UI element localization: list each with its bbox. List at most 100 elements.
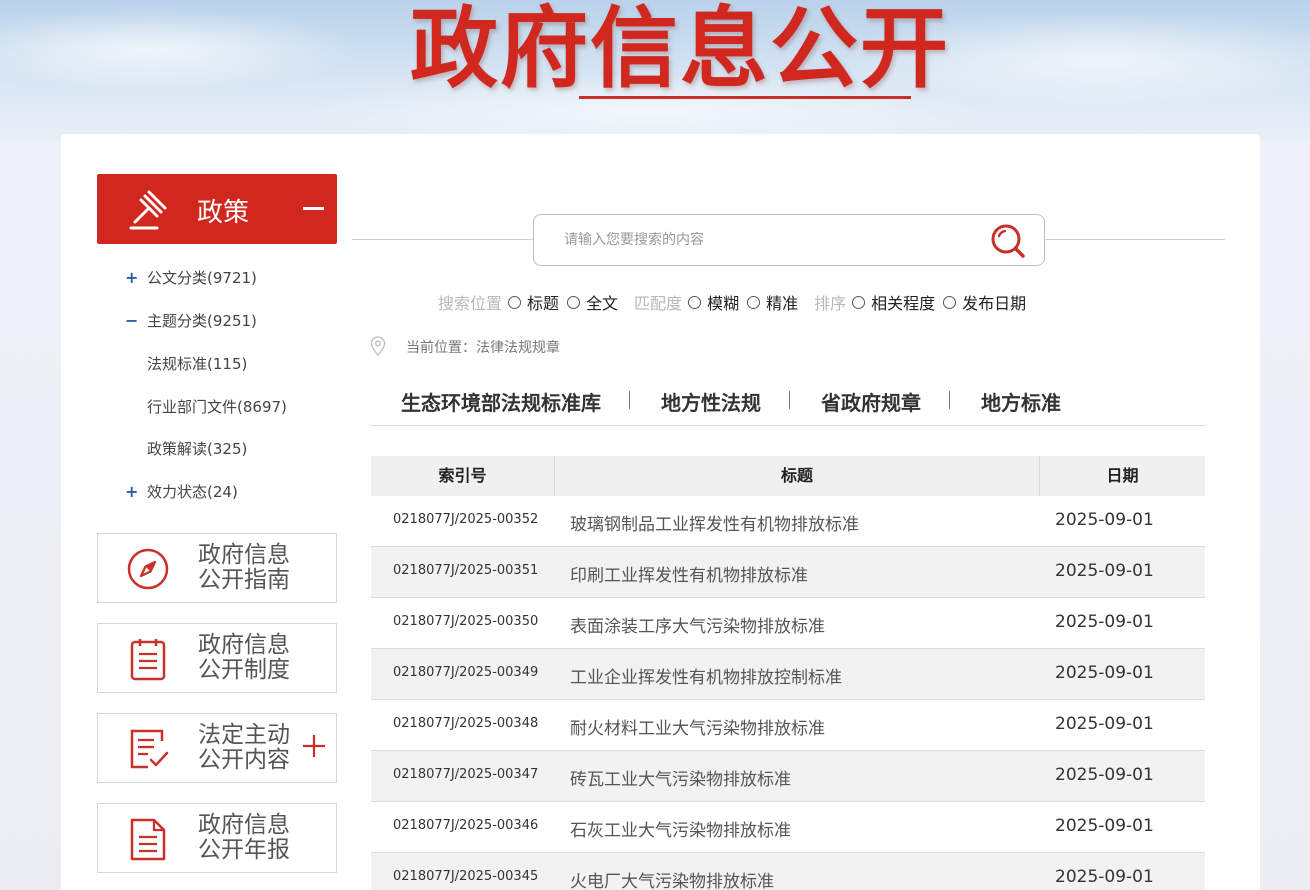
breadcrumb-text: 当前位置：法律法规规章 xyxy=(406,340,560,356)
search-input[interactable] xyxy=(564,229,984,251)
sidebar-link-box[interactable]: 政府信息 公开制度 xyxy=(97,623,337,693)
radio-option[interactable]: 全文 xyxy=(567,290,618,314)
sidebar-link-line: 公开制度 xyxy=(198,657,290,683)
search-icon[interactable] xyxy=(990,223,1026,259)
radio-option[interactable]: 模糊 xyxy=(688,290,739,314)
sidebar-link-line: 公开内容 xyxy=(198,747,290,773)
radio-label: 标题 xyxy=(527,294,560,313)
row-title-link[interactable]: 玻璃钢制品工业挥发性有机物排放标准 xyxy=(570,510,859,535)
radio-button[interactable] xyxy=(943,295,957,309)
category-tab[interactable]: 地方标准 xyxy=(981,387,1061,416)
header-date: 日期 xyxy=(1106,466,1139,485)
edit-document-icon xyxy=(130,729,169,769)
radio-button[interactable] xyxy=(567,295,581,309)
radio-button[interactable] xyxy=(747,295,761,309)
sidebar-tree-item[interactable]: 政策解读(325) xyxy=(147,438,247,459)
category-tab[interactable]: 地方性法规 xyxy=(661,387,761,416)
radio-label: 模糊 xyxy=(707,294,740,313)
clipboard-icon xyxy=(130,639,166,681)
radio-button[interactable] xyxy=(688,295,702,309)
row-index: 0218077J/2025-00345 xyxy=(393,869,539,884)
policy-menu-header[interactable]: 政策 xyxy=(97,174,337,244)
radio-label: 发布日期 xyxy=(962,294,1027,313)
gavel-icon xyxy=(129,190,167,230)
location-pin-icon xyxy=(370,336,386,356)
radio-label: 全文 xyxy=(586,294,619,313)
search-box xyxy=(533,214,1045,266)
row-title-link[interactable]: 火电厂大气污染物排放标准 xyxy=(570,867,774,890)
row-title-link[interactable]: 石灰工业大气污染物排放标准 xyxy=(570,816,791,841)
sidebar-link-box[interactable]: 政府信息 公开指南 xyxy=(97,533,337,603)
table-row[interactable]: 0218077J/2025-00351 印刷工业挥发性有机物排放标准 2025-09… xyxy=(371,547,1205,598)
search-options: 搜索位置 标题 全文 匹配度 模糊 精准 排序 相关程度 发布日期 xyxy=(438,290,1034,314)
radio-button[interactable] xyxy=(508,295,522,309)
plus-icon[interactable] xyxy=(302,734,326,758)
policy-label: 政策 xyxy=(197,198,250,228)
radio-label: 精准 xyxy=(766,294,799,313)
sidebar-link-line: 政府信息 xyxy=(198,812,290,838)
collapse-icon[interactable]: − xyxy=(125,311,138,330)
table-row[interactable]: 0218077J/2025-00352 玻璃钢制品工业挥发性有机物排放标准 2025… xyxy=(371,496,1205,547)
row-title-link[interactable]: 耐火材料工业大气污染物排放标准 xyxy=(570,714,825,739)
row-date: 2025-09-01 xyxy=(1055,816,1154,836)
radio-button[interactable] xyxy=(852,295,866,309)
row-index: 0218077J/2025-00347 xyxy=(393,767,539,782)
row-index: 0218077J/2025-00351 xyxy=(393,563,539,578)
row-date: 2025-09-01 xyxy=(1055,510,1154,530)
sidebar-tree-item[interactable]: 行业部门文件(8697) xyxy=(147,396,287,417)
radio-option[interactable]: 相关程度 xyxy=(852,290,935,314)
radio-option[interactable]: 精准 xyxy=(747,290,798,314)
category-tab[interactable]: 生态环境部法规标准库 xyxy=(401,387,601,416)
row-title-link[interactable]: 砖瓦工业大气污染物排放标准 xyxy=(570,765,791,790)
option-group-label: 匹配度 xyxy=(634,294,683,313)
row-date: 2025-09-01 xyxy=(1055,663,1154,683)
sidebar-link-line: 政府信息 xyxy=(198,632,290,658)
radio-option[interactable]: 发布日期 xyxy=(943,290,1026,314)
row-date: 2025-09-01 xyxy=(1055,765,1154,785)
radio-option[interactable]: 标题 xyxy=(508,290,559,314)
row-title-link[interactable]: 印刷工业挥发性有机物排放标准 xyxy=(570,561,808,586)
sidebar-link-box[interactable]: 政府信息 公开年报 xyxy=(97,803,337,873)
row-date: 2025-09-01 xyxy=(1055,561,1154,581)
row-date: 2025-09-01 xyxy=(1055,612,1154,632)
row-title-link[interactable]: 表面涂装工序大气污染物排放标准 xyxy=(570,612,825,637)
title-underline xyxy=(579,96,911,99)
sidebar-link-label: 政府信息 公开年报 xyxy=(198,813,308,863)
collapse-icon[interactable] xyxy=(303,207,324,210)
sidebar-link-line: 公开指南 xyxy=(198,567,290,593)
table-row[interactable]: 0218077J/2025-00350 表面涂装工序大气污染物排放标准 2025-0… xyxy=(371,598,1205,649)
header-title: 标题 xyxy=(780,466,813,485)
expand-icon[interactable]: + xyxy=(125,482,138,501)
table-row[interactable]: 0218077J/2025-00347 砖瓦工业大气污染物排放标准 2025-09-… xyxy=(371,751,1205,802)
category-tab[interactable]: 省政府规章 xyxy=(821,387,921,416)
table-row[interactable]: 0218077J/2025-00348 耐火材料工业大气污染物排放标准 2025-0… xyxy=(371,700,1205,751)
sidebar-link-box[interactable]: 法定主动 公开内容 xyxy=(97,713,337,783)
table-row[interactable]: 0218077J/2025-00345 火电厂大气污染物排放标准 2025-09-0… xyxy=(371,853,1205,890)
option-group-label: 搜索位置 xyxy=(438,294,503,313)
table-row[interactable]: 0218077J/2025-00346 石灰工业大气污染物排放标准 2025-09-… xyxy=(371,802,1205,853)
sidebar-tree-item[interactable]: 主题分类(9251) xyxy=(147,310,257,331)
table-header: 索引号 标题 日期 xyxy=(371,456,1205,496)
sidebar-tree-item[interactable]: 效力状态(24) xyxy=(147,481,238,502)
option-group-label: 排序 xyxy=(814,294,847,313)
expand-icon[interactable]: + xyxy=(125,268,138,287)
sidebar-link-label: 法定主动 公开内容 xyxy=(198,723,308,773)
tab-separator xyxy=(629,391,630,409)
compass-icon xyxy=(127,548,169,590)
sidebar-tree-item[interactable]: 法规标准(115) xyxy=(147,353,247,374)
row-index: 0218077J/2025-00349 xyxy=(393,665,539,680)
sidebar-link-line: 法定主动 xyxy=(198,722,290,748)
header-banner: 政府信息公开 xyxy=(0,0,1310,140)
row-date: 2025-09-01 xyxy=(1055,714,1154,734)
table-row[interactable]: 0218077J/2025-00349 工业企业挥发性有机物排放控制标准 2025-… xyxy=(371,649,1205,700)
row-index: 0218077J/2025-00352 xyxy=(393,512,539,527)
row-index: 0218077J/2025-00346 xyxy=(393,818,539,833)
sidebar-link-line: 政府信息 xyxy=(198,542,290,568)
sidebar-link-line: 公开年报 xyxy=(198,837,290,863)
sidebar-tree-item[interactable]: 公文分类(9721) xyxy=(147,267,257,288)
tab-separator xyxy=(949,391,950,409)
header-index: 索引号 xyxy=(438,466,487,485)
tabs-divider xyxy=(371,425,1205,426)
row-title-link[interactable]: 工业企业挥发性有机物排放控制标准 xyxy=(570,663,842,688)
row-index: 0218077J/2025-00350 xyxy=(393,614,539,629)
